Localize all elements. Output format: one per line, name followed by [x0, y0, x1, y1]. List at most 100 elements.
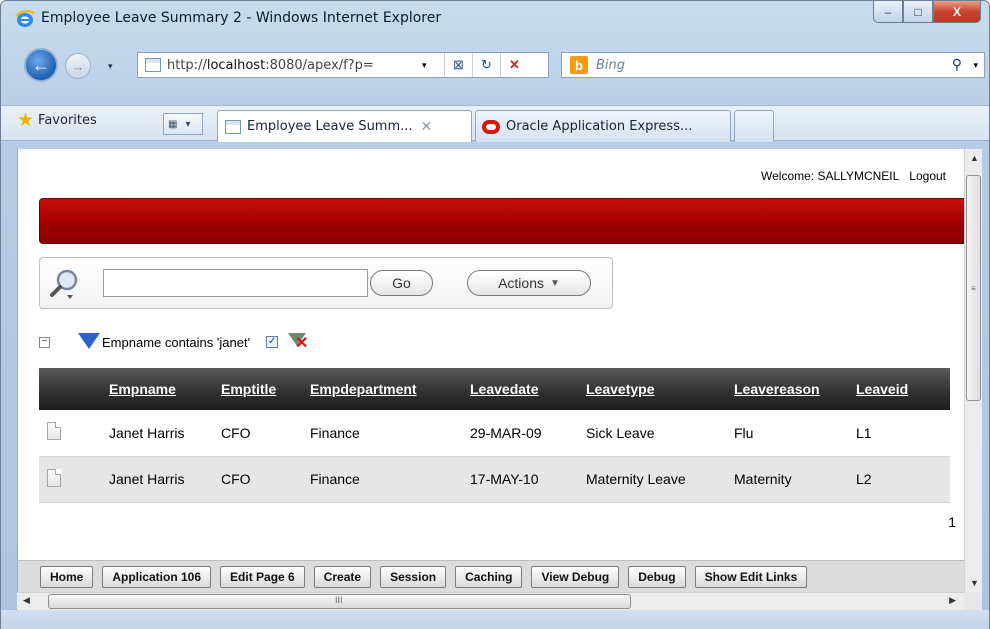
actions-label: Actions [498, 275, 544, 291]
cell-leavereason: Maternity [726, 456, 848, 503]
scrollbar-corner [964, 592, 982, 610]
report-table: Empname Emptitle Empdepartment Leavedate… [39, 368, 950, 503]
compatibility-view-icon[interactable]: ⊠ [444, 53, 472, 77]
dev-edit-page-button[interactable]: Edit Page 6 [220, 565, 305, 588]
stop-icon[interactable]: ✕ [500, 53, 528, 77]
column-header-link [39, 368, 101, 410]
dev-caching-button[interactable]: Caching [455, 565, 523, 588]
forward-button[interactable]: → [65, 53, 91, 79]
page-icon [225, 119, 241, 134]
column-header-leavereason[interactable]: Leavereason [726, 368, 848, 410]
cell-empname: Janet Harris [101, 410, 213, 457]
url-rest: :8080/apex/f?p= [265, 57, 374, 73]
url-prefix: http:// [167, 57, 207, 73]
address-bar[interactable]: http://localhost:8080/apex/f?p= ▾ ⊠ ↻ ✕ [137, 52, 549, 78]
title-bar: Employee Leave Summary 2 - Windows Inter… [1, 1, 989, 37]
cell-emptitle: CFO [213, 410, 302, 457]
column-header-leaveid[interactable]: Leaveid [848, 368, 950, 410]
horizontal-scrollbar[interactable]: ◀ III ▶ [17, 592, 964, 610]
filter-text[interactable]: Empname contains 'janet' [102, 335, 250, 350]
vertical-scrollbar[interactable]: ▲ ≡ ▼ [964, 149, 982, 592]
search-icon[interactable] [48, 267, 82, 301]
favorites-label: Favorites [38, 112, 97, 128]
header-banner [39, 198, 964, 244]
cell-empdepartment: Finance [302, 410, 462, 457]
search-box[interactable]: b Bing ⚲ ▾ [561, 52, 985, 78]
report-search-input[interactable] [103, 269, 368, 297]
new-tab-button[interactable] [734, 110, 774, 142]
address-url[interactable]: http://localhost:8080/apex/f?p= [167, 58, 374, 73]
scroll-grip-icon: ≡ [971, 284, 976, 293]
edit-row-cell[interactable] [39, 410, 101, 457]
document-icon[interactable] [47, 468, 61, 487]
page-icon [145, 58, 161, 72]
cell-empdepartment: Finance [302, 456, 462, 503]
edit-row-cell[interactable] [39, 456, 101, 503]
favorites-bar: ★ Favorites ▦ ▾ Employee Leave Summ... ✕… [1, 105, 989, 142]
logout-link[interactable]: Logout [909, 169, 946, 183]
column-header-leavedate[interactable]: Leavedate [462, 368, 578, 410]
dev-show-edit-links-button[interactable]: Show Edit Links [694, 565, 808, 588]
close-tab-icon[interactable]: ✕ [421, 119, 433, 135]
refresh-icon[interactable]: ↻ [472, 53, 500, 77]
recent-pages-dropdown-icon[interactable]: ▾ [108, 61, 113, 72]
dev-view-debug-button[interactable]: View Debug [531, 565, 620, 588]
scroll-up-icon[interactable]: ▲ [970, 153, 979, 163]
cell-empname: Janet Harris [101, 456, 213, 503]
column-header-empdepartment[interactable]: Empdepartment [302, 368, 462, 410]
cell-emptitle: CFO [213, 456, 302, 503]
horizontal-scroll-thumb[interactable]: III [48, 594, 631, 609]
filter-enabled-checkbox[interactable]: ✓ [266, 336, 279, 348]
table-header-row: Empname Emptitle Empdepartment Leavedate… [39, 368, 950, 410]
document-icon[interactable] [47, 422, 61, 441]
tab-label: Employee Leave Summ... [247, 119, 413, 134]
quick-tabs-button[interactable]: ▦ ▾ [163, 113, 203, 135]
window-controls: – □ X [873, 1, 981, 23]
developer-toolbar: Home Application 106 Edit Page 6 Create … [18, 560, 964, 592]
remove-filter-icon[interactable]: ✕ [288, 333, 308, 352]
dev-debug-button[interactable]: Debug [628, 565, 686, 588]
cell-leavedate: 29-MAR-09 [462, 410, 578, 457]
scroll-down-icon[interactable]: ▼ [970, 578, 979, 588]
tab-label: Oracle Application Express... [506, 119, 693, 134]
search-options-dropdown-icon[interactable]: ▾ [973, 60, 978, 71]
column-header-empname[interactable]: Empname [101, 368, 213, 410]
search-placeholder: Bing [596, 57, 626, 73]
search-icon[interactable]: ⚲ [952, 56, 962, 73]
maximize-button[interactable]: □ [903, 1, 933, 23]
favorites-button[interactable]: ★ Favorites [17, 109, 97, 131]
address-tools: ⊠ ↻ ✕ [444, 53, 528, 77]
vertical-scroll-thumb[interactable]: ≡ [966, 175, 981, 401]
dev-create-button[interactable]: Create [313, 565, 372, 588]
dev-home-button[interactable]: Home [40, 565, 94, 588]
scroll-left-icon[interactable]: ◀ [23, 595, 30, 606]
browser-window: Employee Leave Summary 2 - Windows Inter… [0, 0, 990, 629]
column-header-leavetype[interactable]: Leavetype [578, 368, 726, 410]
star-icon: ★ [17, 109, 35, 131]
actions-menu-button[interactable]: Actions ▼ [467, 270, 591, 296]
tab-list-dropdown-icon[interactable]: ▾ [181, 119, 194, 130]
scroll-right-icon[interactable]: ▶ [949, 595, 956, 606]
close-window-button[interactable]: X [933, 1, 981, 23]
dev-session-button[interactable]: Session [380, 565, 447, 588]
pagination-count: 1 [948, 514, 956, 530]
go-button[interactable]: Go [370, 270, 433, 296]
address-dropdown-icon[interactable]: ▾ [422, 60, 427, 71]
minimize-button[interactable]: – [873, 1, 903, 23]
window-title: Employee Leave Summary 2 - Windows Inter… [41, 10, 442, 26]
window-bottom-frame [1, 610, 989, 629]
report-search-region: Go Actions ▼ [39, 257, 613, 309]
page-content: Welcome: SALLYMCNEIL Logout Go Actions ▼ … [17, 149, 964, 592]
tab-employee-leave-summary[interactable]: Employee Leave Summ... ✕ [217, 110, 472, 142]
tab-oracle-application-express[interactable]: Oracle Application Express... [475, 110, 731, 142]
collapse-filters-icon[interactable]: − [39, 336, 50, 348]
back-button[interactable]: ← [24, 48, 58, 82]
scroll-grip-icon: III [335, 595, 343, 605]
dev-application-button[interactable]: Application 106 [102, 565, 212, 588]
cell-leaveid: L1 [848, 410, 950, 457]
column-header-emptitle[interactable]: Emptitle [213, 368, 302, 410]
active-filter: − Empname contains 'janet' ✓ ✕ [39, 332, 308, 352]
cell-leavereason: Flu [726, 410, 848, 457]
cell-leaveid: L2 [848, 456, 950, 503]
welcome-area: Welcome: SALLYMCNEIL Logout [751, 169, 946, 183]
